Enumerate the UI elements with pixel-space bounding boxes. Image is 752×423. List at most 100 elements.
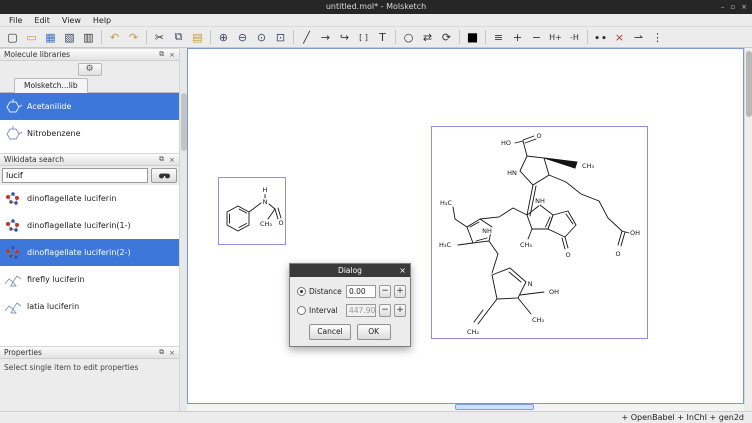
ring-tool-button[interactable]: ○ — [399, 28, 418, 46]
ok-button[interactable]: OK — [357, 324, 391, 340]
mechanism-arrow-button[interactable]: ⇀ — [629, 28, 648, 46]
text-tool-button[interactable]: T — [373, 28, 392, 46]
wikidata-search-input[interactable] — [2, 168, 148, 183]
zoom-original-button[interactable]: ⊙ — [252, 28, 271, 46]
atom-label[interactable]: HO — [501, 139, 511, 147]
distance-decrement-button[interactable]: − — [379, 285, 391, 298]
selection-box-luciferin[interactable]: HO O HN CH₃ H₃C NH H₃C NH CH₃ O OH O N O… — [431, 126, 648, 339]
export-image-button[interactable]: ▧ — [60, 28, 79, 46]
properties-dock-title[interactable]: Properties ⧉ × — [0, 346, 179, 359]
close-button[interactable]: × — [741, 3, 747, 11]
zoom-in-button[interactable]: ⊕ — [214, 28, 233, 46]
atom-label[interactable]: CH₃ — [532, 316, 544, 324]
cut-button[interactable]: ✂ — [150, 28, 169, 46]
dialog-window[interactable]: Dialog × Distance 0.00 − + Interval 447.… — [289, 263, 411, 347]
copy-button[interactable]: ⧉ — [169, 28, 188, 46]
charge-minus-button[interactable]: − — [527, 28, 546, 46]
wikidata-result-item[interactable]: dinoflagellate luciferin(1-) — [0, 212, 179, 239]
bracket-tool-button[interactable]: [ ] — [354, 28, 373, 46]
atom-label[interactable]: NH — [482, 227, 492, 235]
molecule-libraries-dock-title[interactable]: Molecule libraries ⧉ × — [0, 48, 179, 61]
interval-radio[interactable] — [297, 306, 306, 315]
library-settings-button[interactable]: ⚙ — [78, 63, 102, 76]
canvas-horizontal-scrollbar[interactable] — [187, 404, 744, 411]
flip-tool-button[interactable]: ⇄ — [418, 28, 437, 46]
vertical-scrollbar-thumb[interactable] — [746, 51, 752, 117]
atom-label[interactable]: O — [536, 132, 541, 140]
rotate-tool-button[interactable]: ⟳ — [437, 28, 456, 46]
charge-plus-button[interactable]: + — [508, 28, 527, 46]
atom-label[interactable]: O — [615, 250, 620, 258]
wikidata-result-item[interactable]: firefly luciferin — [0, 266, 179, 293]
library-item-acetanilide[interactable]: Acetanilide — [0, 93, 179, 120]
line-tool-button[interactable]: ╱ — [297, 28, 316, 46]
redo-button[interactable]: ↷ — [124, 28, 143, 46]
selection-box-acetanilide[interactable]: H N O CH₃ — [218, 177, 286, 245]
interval-decrement-button[interactable]: − — [379, 304, 391, 317]
distance-increment-button[interactable]: + — [394, 285, 406, 298]
library-item-nitrobenzene[interactable]: Nitrobenzene — [0, 120, 179, 147]
atom-label[interactable]: HN — [507, 169, 517, 177]
menu-help[interactable]: Help — [87, 14, 117, 27]
canvas-vertical-scrollbar[interactable] — [744, 48, 752, 404]
atom-label[interactable]: CH₃ — [582, 162, 594, 170]
atom-label[interactable]: CH₃ — [520, 241, 532, 249]
paste-button[interactable]: ▤ — [188, 28, 207, 46]
luciferin-structure[interactable]: HO O HN CH₃ H₃C NH H₃C NH CH₃ O OH O N O… — [432, 127, 647, 338]
atom-label[interactable]: O — [565, 251, 570, 259]
wikidata-search-button[interactable] — [151, 168, 177, 183]
library-tab[interactable]: Molsketch...lib — [14, 78, 88, 93]
atom-label[interactable]: OH — [549, 288, 559, 296]
curved-arrow-tool-button[interactable]: ↪ — [335, 28, 354, 46]
cancel-button[interactable]: Cancel — [309, 324, 350, 340]
atom-label[interactable]: H — [263, 186, 268, 194]
atom-label[interactable]: OH — [630, 229, 640, 237]
dock-float-icon[interactable]: ⧉ — [159, 50, 164, 59]
window-titlebar[interactable]: untitled.mol* - Molsketch – ▫ × — [0, 0, 752, 14]
align-tool-button[interactable]: ≡ — [489, 28, 508, 46]
dialog-close-button[interactable]: × — [399, 264, 406, 277]
dock-float-icon[interactable]: ⧉ — [159, 348, 164, 357]
new-file-button[interactable]: ▢ — [3, 28, 22, 46]
open-file-button[interactable]: ▭ — [22, 28, 41, 46]
atom-label[interactable]: H₃C — [440, 199, 452, 207]
atom-label[interactable]: O — [278, 219, 283, 227]
save-file-button[interactable]: ▦ — [41, 28, 60, 46]
atom-label[interactable]: N — [528, 280, 533, 288]
wikidata-result-item[interactable]: dinoflagellate luciferin — [0, 185, 179, 212]
dock-float-icon[interactable]: ⧉ — [159, 155, 164, 164]
remove-hydrogen-button[interactable]: -H — [565, 28, 584, 46]
horizontal-scrollbar-thumb[interactable] — [455, 404, 534, 410]
maximize-button[interactable]: ▫ — [730, 3, 735, 11]
zoom-fit-button[interactable]: ⊡ — [271, 28, 290, 46]
minimize-button[interactable]: – — [721, 3, 725, 11]
interval-value-field[interactable]: 447.90 — [346, 304, 376, 317]
atom-label[interactable]: CH₃ — [260, 220, 272, 228]
undo-button[interactable]: ↶ — [105, 28, 124, 46]
dialog-titlebar[interactable]: Dialog × — [290, 264, 410, 277]
atom-label[interactable]: NH — [535, 197, 545, 205]
distance-radio[interactable] — [297, 287, 306, 296]
zoom-out-button[interactable]: ⊖ — [233, 28, 252, 46]
wikidata-result-item[interactable]: dinoflagellate luciferin(2-) — [0, 239, 179, 266]
atom-label[interactable]: H₃C — [439, 241, 451, 249]
atom-label[interactable]: N — [263, 198, 268, 206]
acetanilide-structure[interactable]: H N O CH₃ — [219, 178, 285, 244]
dock-close-icon[interactable]: × — [169, 51, 175, 59]
print-button[interactable]: ▥ — [79, 28, 98, 46]
dock-close-icon[interactable]: × — [169, 156, 175, 164]
atom-label[interactable]: CH₂ — [467, 328, 479, 336]
drawing-canvas[interactable]: H N O CH₃ — [187, 48, 744, 404]
color-swatch-button[interactable]: ■ — [463, 28, 482, 46]
wikidata-search-dock-title[interactable]: Wikidata search ⧉ × — [0, 153, 179, 166]
interval-increment-button[interactable]: + — [394, 304, 406, 317]
distance-value-field[interactable]: 0.00 — [346, 285, 376, 298]
wikidata-result-item[interactable]: latia luciferin — [0, 293, 179, 320]
electron-pair-button[interactable]: ∙∙ — [591, 28, 610, 46]
menu-view[interactable]: View — [56, 14, 87, 27]
options-button[interactable]: ⋮ — [648, 28, 667, 46]
delete-tool-button[interactable]: × — [610, 28, 629, 46]
arrow-tool-button[interactable]: → — [316, 28, 335, 46]
menu-file[interactable]: File — [3, 14, 28, 27]
menu-edit[interactable]: Edit — [28, 14, 56, 27]
